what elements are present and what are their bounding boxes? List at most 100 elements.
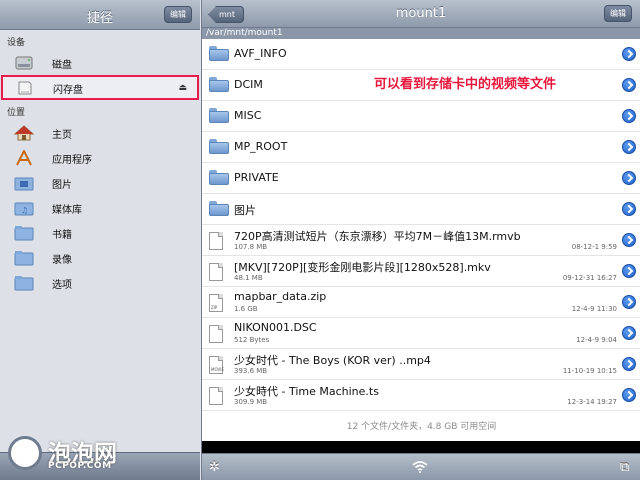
folder-icon — [209, 139, 229, 154]
sidebar-item-options[interactable]: 选项 — [0, 270, 200, 295]
sidebar-item-label: 选项 — [52, 280, 72, 291]
window-icon[interactable]: ⧉ — [620, 460, 629, 475]
power-logo-icon — [8, 436, 42, 470]
sidebar-item-label: 闪存盘 — [53, 85, 83, 96]
file-date: 12-4-9 11:30 — [571, 305, 617, 313]
folder-name: MP_ROOT — [234, 140, 288, 153]
file-size: 393.6 MB — [234, 367, 268, 375]
folder-row[interactable]: PRIVATE — [202, 163, 640, 194]
file-date: 12-3-14 19:27 — [567, 398, 617, 406]
annotation-text: 可以看到存储卡中的视频等文件 — [374, 77, 557, 92]
watermark-logo: 泡泡网 PCPOP.COM — [8, 432, 128, 478]
folder-name: AVF_INFO — [234, 47, 287, 60]
disclosure-arrow-icon[interactable] — [622, 388, 636, 402]
wifi-icon[interactable] — [412, 461, 428, 473]
file-size: 48.1 MB — [234, 274, 263, 282]
file-size: 107.8 MB — [234, 243, 268, 251]
file-row[interactable]: 少女時代 - Time Machine.ts 309.9 MB 12-3-14 19… — [202, 380, 640, 411]
folder-row[interactable]: 图片 — [202, 194, 640, 225]
sidebar-item-pictures[interactable]: 图片 — [0, 170, 200, 195]
file-size: 1.6 GB — [234, 305, 258, 313]
file-name: NIKON001.DSC — [234, 321, 317, 334]
settings-gear-icon[interactable]: ✲ — [209, 460, 220, 475]
file-list: AVF_INFO DCIM MISC MP_ROOT PRIVATE 图片 720P高清测试… — [202, 39, 640, 411]
file-icon: ZIP — [209, 294, 223, 312]
folder-icon — [209, 170, 229, 185]
file-icon — [209, 263, 223, 281]
disk-icon — [15, 56, 33, 70]
video-folder-icon — [14, 251, 34, 266]
eject-icon[interactable]: ⏏ — [178, 83, 187, 93]
file-row[interactable]: MOVIE 少女时代 - The Boys (KOR ver) ..mp4 393.… — [202, 349, 640, 380]
disclosure-arrow-icon[interactable] — [622, 357, 636, 371]
disclosure-arrow-icon[interactable] — [622, 233, 636, 247]
footer-count: 12 个文件/文件夹，4.8 GB 可用空间 — [346, 422, 497, 432]
file-icon — [209, 325, 223, 343]
file-size: 309.9 MB — [234, 398, 268, 406]
sidebar-item-disk[interactable]: 磁盘 — [0, 50, 200, 75]
folder-icon — [209, 108, 229, 123]
disclosure-arrow-icon[interactable] — [622, 171, 636, 185]
folder-icon — [209, 77, 229, 92]
file-icon: MOVIE — [209, 356, 224, 374]
disclosure-arrow-icon[interactable] — [622, 140, 636, 154]
file-row[interactable]: NIKON001.DSC 512 Bytes 12-4-9 9:04 — [202, 318, 640, 349]
section-devices-title: 设备 — [7, 38, 26, 48]
sidebar-item-flash-drive[interactable]: 闪存盘 ⏏ — [1, 75, 199, 100]
file-row[interactable]: ZIP mapbar_data.zip 1.6 GB 12-4-9 11:30 — [202, 287, 640, 318]
divider-bar — [202, 441, 640, 453]
folder-row[interactable]: MP_ROOT — [202, 132, 640, 163]
watermark-url: PCPOP.COM — [48, 461, 112, 471]
folder-row[interactable]: AVF_INFO — [202, 39, 640, 70]
file-date: 12-4-9 9:04 — [576, 336, 617, 344]
pictures-folder-icon — [14, 177, 34, 191]
folder-row[interactable]: MISC — [202, 101, 640, 132]
disclosure-arrow-icon[interactable] — [622, 295, 636, 309]
bottom-toolbar: ✲ ⧉ — [202, 453, 640, 480]
sidebar-item-label: 图片 — [52, 180, 72, 191]
file-name: mapbar_data.zip — [234, 290, 327, 303]
file-name: 少女时代 - The Boys (KOR ver) ..mp4 — [234, 354, 431, 367]
sidebar-item-video[interactable]: 录像 — [0, 245, 200, 270]
disclosure-arrow-icon[interactable] — [622, 326, 636, 340]
file-browser: mnt mount1 编辑 /var/mnt/mount1 AVF_INFO DC… — [201, 0, 640, 480]
books-folder-icon — [14, 226, 34, 241]
disclosure-arrow-icon[interactable] — [622, 202, 636, 216]
file-type-tag: MOVIE — [211, 367, 224, 372]
folder-name: MISC — [234, 109, 262, 122]
file-icon — [209, 232, 223, 250]
section-places-title: 位置 — [7, 108, 26, 118]
path-bar: /var/mnt/mount1 — [202, 28, 640, 39]
sidebar-edit-button[interactable]: 编辑 — [164, 6, 192, 23]
folder-icon — [209, 201, 229, 216]
disclosure-arrow-icon[interactable] — [622, 78, 636, 92]
folder-name: 图片 — [234, 204, 256, 217]
sidebar-item-label: 磁盘 — [52, 60, 72, 71]
sidebar-item-media[interactable]: ♫ 媒体库 — [0, 195, 200, 220]
main-edit-button[interactable]: 编辑 — [604, 5, 632, 22]
file-date: 09-12-31 16:27 — [562, 274, 617, 282]
media-folder-icon: ♫ — [14, 202, 34, 216]
file-name: 720P高清测试短片（东京漂移）平均7M－峰值13M.rmvb — [234, 230, 521, 243]
sidebar-item-label: 应用程序 — [52, 155, 92, 166]
sidebar-item-home[interactable]: 主页 — [0, 120, 200, 145]
sidebar-item-applications[interactable]: 应用程序 — [0, 145, 200, 170]
sidebar: 捷径 编辑 设备 磁盘 闪存盘 ⏏ 位置 主页 应用程序 图片 ♫ 媒体库 书籍… — [0, 0, 200, 480]
file-size: 512 Bytes — [234, 336, 270, 344]
sidebar-header: 捷径 编辑 — [0, 0, 200, 30]
folder-icon — [209, 46, 229, 61]
sidebar-item-label: 书籍 — [52, 230, 72, 241]
sidebar-item-label: 主页 — [52, 130, 72, 141]
folder-name: DCIM — [234, 78, 263, 91]
file-row[interactable]: 720P高清测试短片（东京漂移）平均7M－峰值13M.rmvb 107.8 MB 0… — [202, 225, 640, 256]
file-row[interactable]: [MKV][720P][变形金刚电影片段][1280x528].mkv 48.1 … — [202, 256, 640, 287]
options-folder-icon — [14, 276, 34, 291]
sidebar-item-label: 录像 — [52, 255, 72, 266]
home-icon — [14, 125, 34, 141]
disclosure-arrow-icon[interactable] — [622, 264, 636, 278]
sidebar-item-books[interactable]: 书籍 — [0, 220, 200, 245]
file-name: [MKV][720P][变形金刚电影片段][1280x528].mkv — [234, 261, 491, 274]
svg-text:♫: ♫ — [21, 206, 28, 215]
disclosure-arrow-icon[interactable] — [622, 109, 636, 123]
disclosure-arrow-icon[interactable] — [622, 47, 636, 61]
